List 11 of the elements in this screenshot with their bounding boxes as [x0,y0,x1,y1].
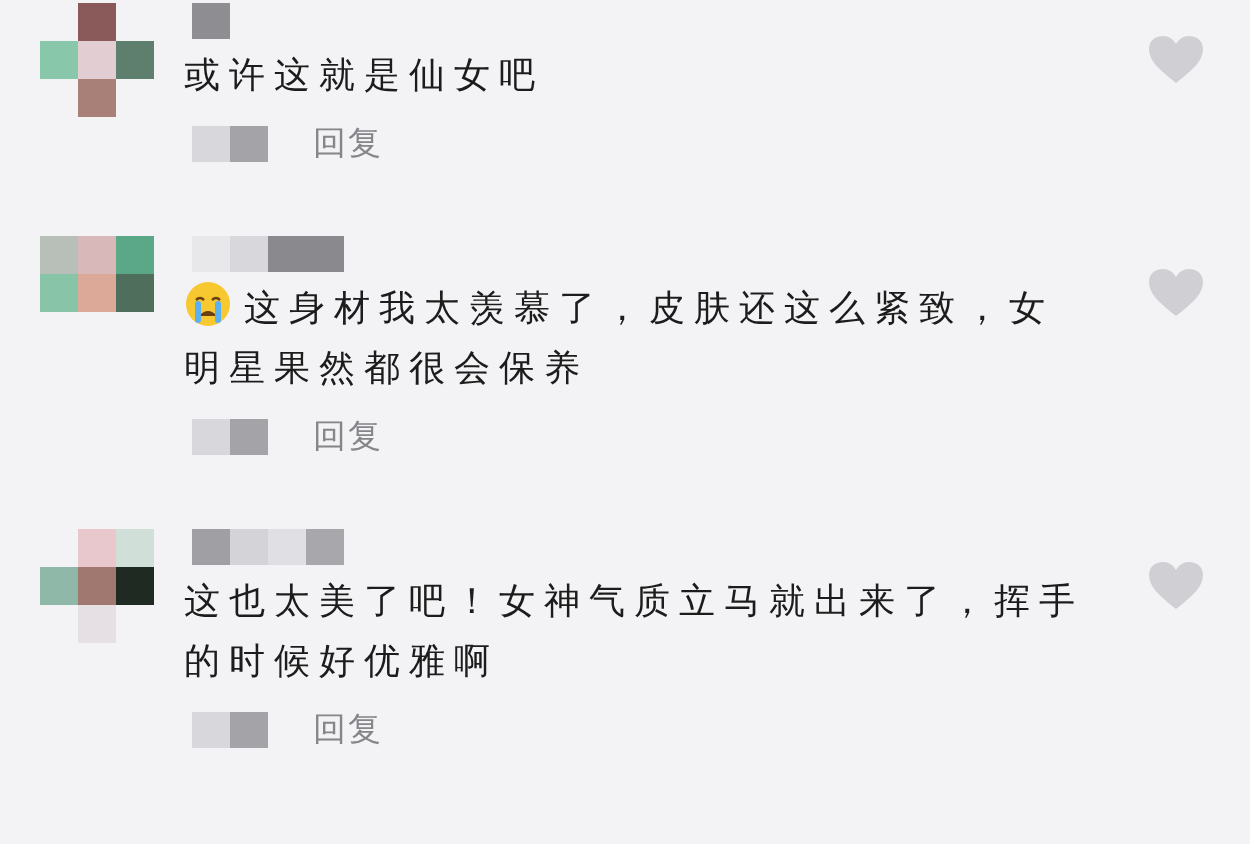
reply-link[interactable]: 回复 [313,707,383,752]
heart-icon[interactable] [1148,561,1204,611]
comment-text: 这也太美了吧！女神气质立马就出来了，挥手的时候好优雅啊 [184,579,1085,683]
reply-link[interactable]: 回复 [313,414,383,459]
comment-text: 或许这就是仙女吧 [184,53,545,97]
heart-icon[interactable] [1148,35,1204,85]
reply-link[interactable]: 回复 [313,121,383,166]
blurred-name-drawing [192,3,230,39]
heart-icon[interactable] [1148,268,1204,318]
comment-text: 这身材我太羡慕了，皮肤还这么紧致，女明星果然都很会保养 [184,278,1089,398]
crying-face-icon [184,280,232,328]
